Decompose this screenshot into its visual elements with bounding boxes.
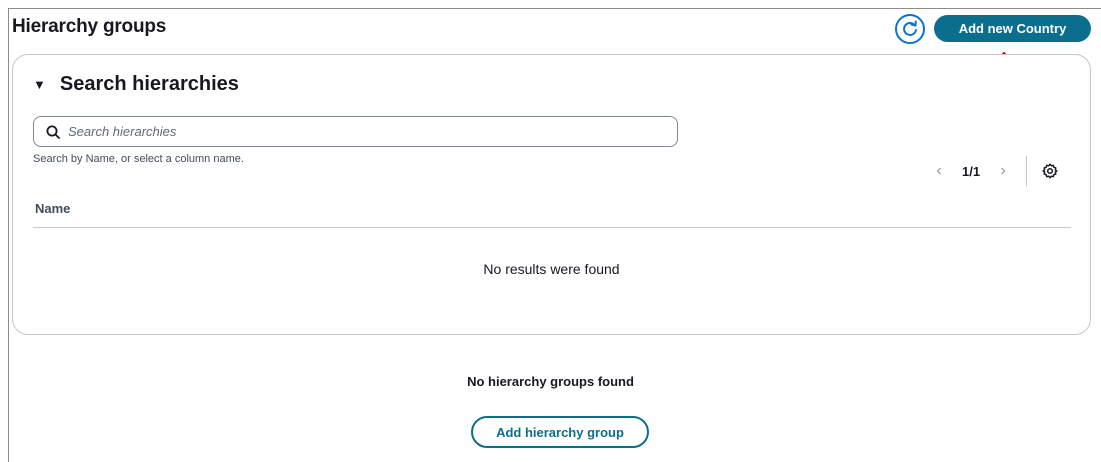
pagination: ‹ 1/1 › [928,156,1061,186]
panel-title: Search hierarchies [59,73,239,95]
search-box[interactable] [33,116,678,147]
refresh-button[interactable] [895,14,925,44]
gear-icon [1042,163,1058,179]
caret-down-icon: ▼ [33,77,46,92]
next-page-button[interactable]: › [992,162,1014,180]
empty-state-title: No hierarchy groups found [467,374,634,389]
add-hierarchy-group-button[interactable]: Add hierarchy group [471,416,649,448]
search-hierarchies-panel: ▼ Search hierarchies Search by Name, or … [12,54,1091,335]
search-input[interactable] [68,124,648,139]
search-help-text: Search by Name, or select a column name. [33,153,244,165]
page-title: Hierarchy groups [12,16,167,37]
table-empty-message: No results were found [483,261,620,277]
search-icon [46,125,60,139]
previous-page-button[interactable]: ‹ [928,162,950,180]
pager-divider [1026,156,1028,186]
page-indicator: 1/1 [962,163,981,179]
refresh-icon [903,20,917,36]
table-header-divider [33,227,1071,228]
table-settings-button[interactable] [1039,160,1061,182]
panel-toggle[interactable]: ▼ Search hierarchies [33,73,239,96]
add-new-country-button[interactable]: Add new Country [934,15,1091,42]
column-header-name[interactable]: Name [35,201,70,216]
